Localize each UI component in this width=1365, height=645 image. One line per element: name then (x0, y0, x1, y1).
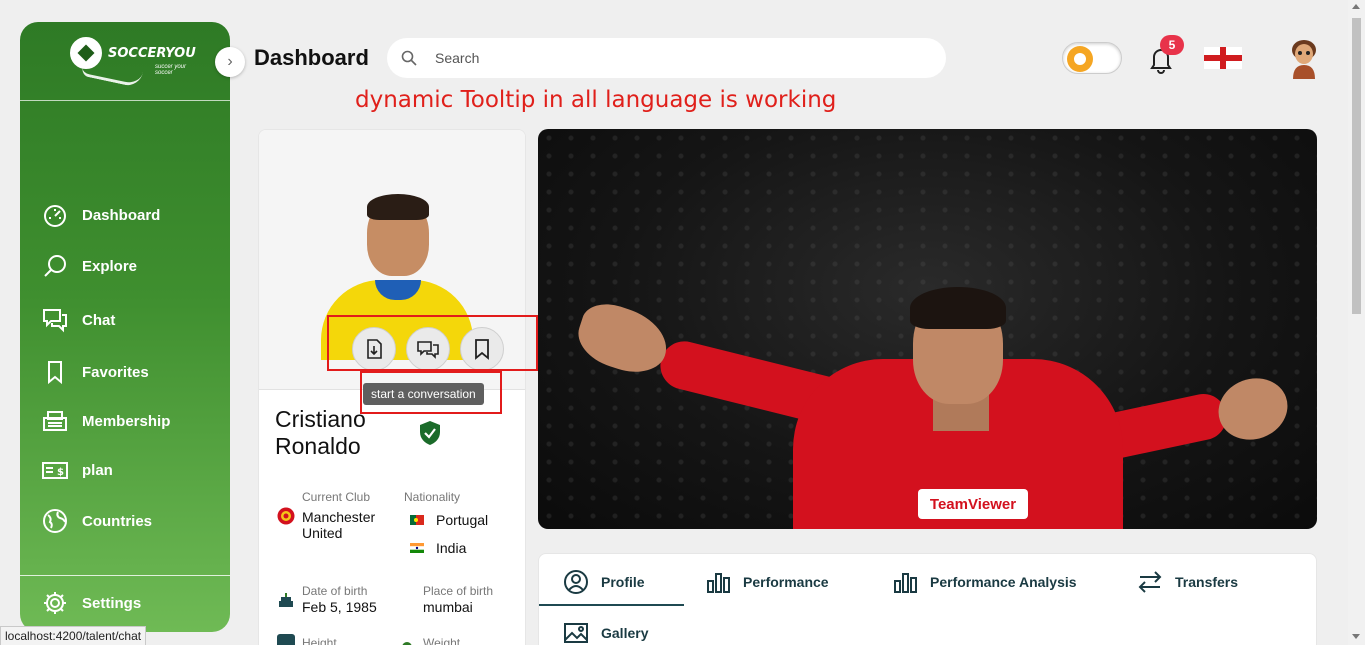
sidebar-item-label: Membership (82, 412, 171, 430)
bar-chart-icon (707, 573, 730, 593)
gear-icon (44, 592, 66, 614)
current-club-value: Manchester United (302, 509, 375, 541)
theme-toggle[interactable] (1062, 42, 1122, 74)
weight-label: Weight (423, 636, 461, 645)
scroll-thumb[interactable] (1352, 18, 1361, 314)
profile-tabs: Profile Performance Performance Analysis… (538, 553, 1317, 645)
sidebar-item-chat[interactable]: Chat (42, 306, 222, 334)
sidebar-item-label: Countries (82, 512, 153, 530)
logo[interactable]: SOCCERYOU succer your soccer (20, 22, 230, 101)
page-scrollbar[interactable] (1348, 0, 1365, 645)
sidebar-item-countries[interactable]: Countries (42, 507, 222, 535)
tab-profile[interactable]: Profile (563, 569, 645, 595)
current-club-line2: United (302, 525, 343, 541)
status-bar-url: localhost:4200/talent/chat (0, 626, 147, 645)
tab-label: Transfers (1175, 574, 1239, 590)
sidebar-item-label: Chat (82, 311, 116, 329)
tab-performance[interactable]: Performance (705, 569, 829, 595)
tab-gallery[interactable]: Gallery (563, 620, 648, 645)
image-icon (564, 623, 588, 643)
current-club-line1: Manchester (302, 509, 376, 525)
player-last-name: Ronaldo (275, 433, 361, 459)
sidebar-item-label: Explore (82, 257, 138, 275)
sidebar: SOCCERYOU succer your soccer Dashboard E… (20, 22, 230, 632)
current-club-label: Current Club (302, 490, 371, 504)
search-icon (44, 255, 66, 277)
hero-player-image: TeamViewer (538, 129, 1317, 529)
birthday-cake-icon (279, 593, 293, 607)
tab-performance-analysis[interactable]: Performance Analysis (892, 569, 1077, 595)
page-title: Dashboard (254, 45, 369, 70)
annotation-text: dynamic Tooltip in all language is worki… (355, 87, 837, 113)
sidebar-item-dashboard[interactable]: Dashboard (42, 201, 222, 229)
logo-text: SOCCERYOU (108, 46, 196, 61)
membership-icon (43, 411, 67, 431)
sidebar-item-label: Settings (82, 594, 142, 612)
gauge-icon (44, 205, 66, 227)
sidebar-item-explore[interactable]: Explore (42, 252, 222, 280)
sidebar-item-membership[interactable]: Membership (42, 407, 222, 435)
sidebar-divider (20, 575, 230, 576)
transfer-arrows-icon (1138, 571, 1162, 593)
svg-text:$: $ (57, 467, 64, 478)
sidebar-item-favorites[interactable]: Favorites (42, 358, 222, 386)
sun-icon (1067, 46, 1093, 72)
search-input[interactable] (435, 50, 915, 66)
highlight-box-actions (327, 315, 538, 371)
sidebar-item-label: plan (82, 461, 113, 479)
bar-chart-icon (894, 573, 917, 593)
pob-label: Place of birth (423, 584, 494, 598)
player-name: Cristiano Ronaldo (275, 406, 425, 460)
sidebar-item-settings[interactable]: Settings (42, 589, 222, 617)
tab-transfers[interactable]: Transfers (1137, 569, 1238, 595)
money-icon: $ (42, 462, 68, 479)
logo-tagline: succer your soccer (155, 64, 187, 76)
tab-label: Performance (743, 574, 829, 590)
tab-label: Performance Analysis (930, 574, 1077, 590)
england-flag-icon[interactable] (1204, 47, 1242, 69)
search-bar[interactable] (387, 38, 946, 78)
height-icon (277, 634, 295, 645)
logo-swoosh (80, 59, 144, 89)
player-hair (367, 194, 429, 220)
sidebar-item-label: Dashboard (82, 206, 161, 224)
sidebar-item-label: Favorites (82, 363, 149, 381)
club-crest-icon (277, 507, 295, 525)
globe-icon (43, 509, 67, 533)
india-flag-icon (410, 543, 424, 553)
highlight-box-tooltip (360, 371, 502, 414)
verified-shield-icon (420, 421, 440, 445)
hero-sponsor-logo: TeamViewer (918, 489, 1028, 519)
scroll-up-icon[interactable] (1352, 4, 1360, 9)
sidebar-item-plan[interactable]: $ plan (42, 456, 222, 484)
dob-value: Feb 5, 1985 (302, 599, 377, 615)
tab-label: Profile (601, 574, 645, 590)
portugal-flag-icon (410, 515, 424, 525)
bookmark-icon (48, 361, 62, 385)
tab-label: Gallery (601, 625, 649, 641)
nationality-value-1: Portugal (436, 512, 489, 528)
chat-icon (43, 309, 67, 333)
nationality-value-2: India (436, 540, 467, 556)
pob-value: mumbai (423, 599, 473, 615)
search-icon (401, 50, 417, 66)
scroll-down-icon[interactable] (1352, 634, 1360, 639)
user-circle-icon (564, 570, 588, 594)
dob-label: Date of birth (302, 584, 368, 598)
height-label: Height (302, 636, 337, 645)
sidebar-collapse-button[interactable]: › (215, 47, 245, 77)
active-tab-indicator (539, 604, 684, 606)
notification-badge: 5 (1160, 35, 1184, 55)
nationality-label: Nationality (404, 490, 461, 504)
avatar[interactable] (1287, 37, 1321, 79)
chevron-right-icon: › (227, 53, 233, 70)
hero-hair (910, 287, 1006, 329)
